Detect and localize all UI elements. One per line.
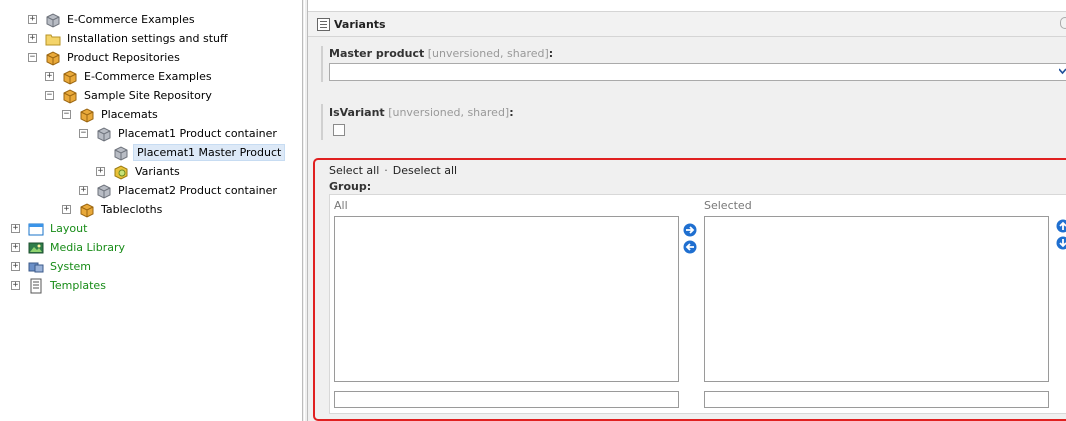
- expand-icon[interactable]: +: [11, 243, 20, 252]
- collapse-icon[interactable]: −: [79, 129, 88, 138]
- box-orange-icon: [80, 107, 94, 123]
- layout-icon: [28, 223, 44, 235]
- tree-item-label: E-Commerce Examples: [84, 70, 212, 83]
- tree-item-placemat2-product-container[interactable]: + Placemat2 Product container: [79, 181, 279, 200]
- tree-item-label: Placemat1 Product container: [118, 127, 277, 140]
- tree-item-label: Layout: [50, 222, 88, 235]
- is-variant-checkbox[interactable]: [333, 124, 345, 136]
- tree-item-label: E-Commerce Examples: [67, 13, 195, 26]
- box-silver-icon: [114, 145, 128, 161]
- tree-item-label: Product Repositories: [67, 51, 180, 64]
- section-icon: [317, 17, 330, 31]
- expand-icon[interactable]: +: [11, 281, 20, 290]
- box-gear-icon: [114, 164, 128, 180]
- tree-item-label: Tablecloths: [101, 203, 163, 216]
- tree-item-layout[interactable]: + Layout: [11, 219, 89, 238]
- tree-item-label: Placemat1 Master Product: [133, 144, 286, 161]
- tree-item-label: Installation settings and stuff: [67, 32, 228, 45]
- tree-item-templates[interactable]: + Templates: [11, 276, 108, 295]
- section-header[interactable]: Variants: [308, 11, 1066, 37]
- collapse-icon[interactable]: −: [62, 110, 71, 119]
- box-orange-icon: [46, 50, 60, 66]
- tree-item-tablecloths[interactable]: + Tablecloths: [62, 200, 164, 219]
- media-library-icon: [28, 242, 44, 253]
- expand-icon[interactable]: +: [11, 262, 20, 271]
- collapse-icon[interactable]: −: [28, 53, 37, 62]
- tree-item-placemats[interactable]: − Placemats: [62, 105, 160, 124]
- expand-icon[interactable]: +: [28, 34, 37, 43]
- expand-icon[interactable]: +: [11, 224, 20, 233]
- box-silver-icon: [97, 126, 111, 142]
- expand-icon[interactable]: +: [96, 167, 105, 176]
- expand-icon[interactable]: +: [79, 186, 88, 195]
- tree-item-label: Placemat2 Product container: [118, 184, 277, 197]
- expand-icon[interactable]: +: [45, 72, 54, 81]
- tree-item-label: System: [50, 260, 92, 273]
- box-silver-icon: [46, 12, 60, 28]
- tree-item-label: Sample Site Repository: [84, 89, 212, 102]
- highlight-annotation: [313, 158, 1066, 421]
- templates-icon: [30, 278, 42, 293]
- system-icon: [28, 262, 44, 272]
- tree-item-placemat1-master-product[interactable]: Placemat1 Master Product: [96, 143, 286, 162]
- tree-item-installation-settings[interactable]: + Installation settings and stuff: [28, 29, 230, 48]
- box-orange-icon: [63, 69, 77, 85]
- master-product-label: Master product [unversioned, shared]:: [329, 47, 554, 60]
- tree-item-system[interactable]: + System: [11, 257, 93, 276]
- box-orange-icon: [80, 202, 94, 218]
- content-tree: + E-Commerce Examples + Installation set…: [0, 0, 302, 421]
- collapse-icon[interactable]: −: [45, 91, 54, 100]
- tree-item-product-repositories[interactable]: − Product Repositories: [28, 48, 182, 67]
- expand-icon[interactable]: +: [62, 205, 71, 214]
- box-silver-icon: [97, 183, 111, 199]
- tree-item-label: Templates: [50, 279, 106, 292]
- tree-item-sample-site-repository[interactable]: − Sample Site Repository: [45, 86, 214, 105]
- is-variant-label: IsVariant [unversioned, shared]:: [329, 106, 514, 119]
- box-orange-icon: [63, 88, 77, 104]
- tree-item-label: Variants: [135, 165, 180, 178]
- master-product-dropdown[interactable]: [329, 63, 1066, 81]
- tree-item-ecommerce-examples[interactable]: + E-Commerce Examples: [28, 10, 197, 29]
- chevron-down-icon[interactable]: [1059, 68, 1066, 75]
- section-title: Variants: [334, 17, 386, 31]
- tree-item-label: Placemats: [101, 108, 158, 121]
- section-collapse-icon[interactable]: [1060, 17, 1066, 29]
- tree-item-label: Media Library: [50, 241, 125, 254]
- folder-icon: [45, 34, 61, 45]
- tree-item-placemat1-product-container[interactable]: − Placemat1 Product container: [79, 124, 279, 143]
- expand-icon[interactable]: +: [28, 15, 37, 24]
- tree-item-variants[interactable]: + Variants: [96, 162, 182, 181]
- tree-item-media-library[interactable]: + Media Library: [11, 238, 127, 257]
- tree-item-ecommerce-examples-repo[interactable]: + E-Commerce Examples: [45, 67, 214, 86]
